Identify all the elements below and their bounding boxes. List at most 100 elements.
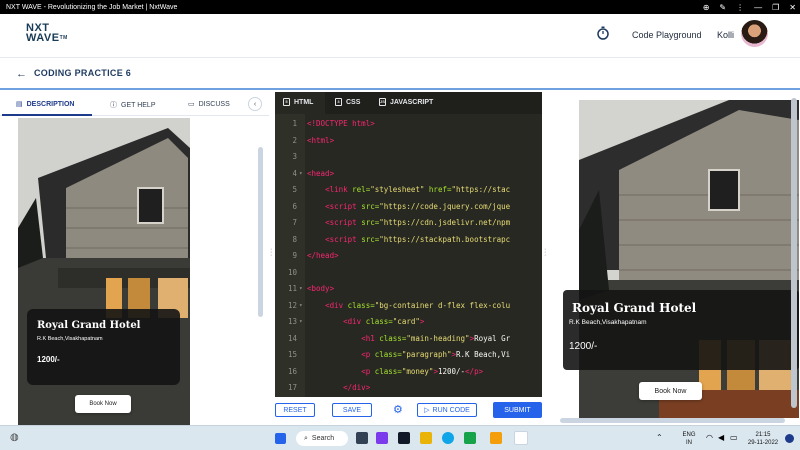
code-line[interactable]: 10 [275,265,542,281]
right-splitter-handle[interactable]: · · · [544,246,547,268]
code-line[interactable]: 17 </div> [275,380,542,396]
line-number: 11 [287,284,297,293]
store-app-icon[interactable] [398,432,410,444]
submit-button[interactable]: SUBMIT [493,402,542,418]
wifi-icon[interactable]: ◠ [706,433,713,442]
notification-icon[interactable] [785,434,794,443]
more-icon[interactable]: ⋮ [736,3,744,12]
nxtwave-logo[interactable]: NXT WAVETM [26,23,68,44]
output-book-now-button[interactable]: Book Now [639,382,702,400]
logo-line2: WAVE [26,32,60,44]
code-token: </p> [465,366,484,376]
code-token: <script [325,201,362,211]
line-number: 12 [287,300,297,310]
clock[interactable]: 21:15 29-11-2022 [744,431,782,447]
username[interactable]: Kolli [717,30,734,40]
weather-icon[interactable]: ◍ [10,432,19,443]
tab-discuss[interactable]: ▭ DISCUSS [188,100,230,109]
file-explorer-icon[interactable] [420,432,432,444]
code-token: <html> [307,135,335,145]
code-line[interactable]: 1 <!DOCTYPE html> [275,116,542,132]
code-line[interactable]: 11 ▾ <body> [275,281,542,297]
code-line[interactable]: 6 <script src="https://code.jquery.com/j… [275,199,542,215]
description-scrollbar[interactable] [258,147,263,317]
run-code-button[interactable]: ▷ RUN CODE [417,403,477,417]
collapse-panel-button[interactable]: ‹ [248,97,262,111]
code-token: <script [325,218,362,227]
code-line[interactable]: 15 <p class="paragraph">R.K Beach,Vi [275,347,542,363]
code-line[interactable]: 12 ▾ <div class="bg-container d-flex flex… [275,298,542,314]
windows-start-icon[interactable] [275,433,286,444]
fold-arrow-icon[interactable]: ▾ [299,281,303,297]
hotel-card: Royal Grand Hotel R.K Beach,Visakhapatna… [27,309,180,385]
code-token: class= [374,366,402,376]
code-token: "money" [401,366,434,376]
code-playground-link[interactable]: Code Playground [632,30,702,40]
code-line[interactable]: 2 <html> [275,133,542,149]
code-line[interactable]: 3 [275,149,542,165]
fold-arrow-icon[interactable]: ▾ [299,166,303,182]
tab-get-help[interactable]: ⓘ GET HELP [110,100,156,110]
save-button[interactable]: SAVE [332,403,372,417]
whatsapp-icon[interactable] [464,432,476,444]
task-view-icon[interactable] [356,432,368,444]
zoom-icon[interactable]: ⊕ [703,3,710,12]
chevron-left-icon: ‹ [253,100,257,108]
code-line[interactable]: 9 </head> [275,248,542,264]
code-line[interactable]: 13 ▾ <div class="card"> [275,314,542,330]
code-token: src= [361,234,380,244]
left-splitter-handle[interactable]: · · · [270,246,273,268]
code-token: <div [343,317,366,326]
chat-app-icon[interactable] [376,432,388,444]
minimize-icon[interactable]: — [754,3,762,12]
output-horizontal-scrollbar[interactable] [560,418,785,423]
code-line[interactable]: 7 <script src="https://cdn.jsdelivr.net/… [275,215,542,231]
code-text-area[interactable]: 1 <!DOCTYPE html> 2 <html> 3 4 ▾ <head> 5 <link … [275,114,542,397]
line-number: 4 [292,168,297,178]
line-number: 8 [292,234,297,244]
code-token: > [419,317,425,326]
avatar[interactable] [741,20,768,47]
pen-icon[interactable]: ✎ [719,3,726,12]
timer-icon[interactable] [596,26,610,40]
code-token: <body> [307,284,335,293]
editor-tab-css[interactable]: 3 CSS [335,98,360,106]
output-hotel-price: 1200/- [569,341,598,352]
code-content: <!DOCTYPE html> [307,116,375,132]
window-titlebar: NXT WAVE - Revolutionizing the Job Marke… [0,0,800,14]
tray-chevron-up-icon[interactable]: ⌃ [656,433,663,442]
code-token: href= [428,185,452,194]
restore-icon[interactable]: ❐ [772,3,779,12]
battery-icon[interactable]: ▭ [730,433,738,442]
fold-arrow-icon[interactable]: ▾ [299,314,303,330]
code-token: <div [325,300,348,310]
code-line[interactable]: 5 <link rel="stylesheet" href="https://s… [275,182,542,198]
code-token: "https://stackpath.bootstrapc [379,234,511,244]
logo-tm: TM [59,35,68,41]
window-controls: ⊕ ✎ ⋮ — ❐ ✕ [703,0,796,14]
edge-browser-icon[interactable] [442,432,454,444]
gear-icon[interactable]: ⚙ [393,403,403,416]
close-icon[interactable]: ✕ [789,3,796,12]
book-now-button[interactable]: Book Now [75,395,131,413]
code-line[interactable]: 16 <p class="money">1200/-</p> [275,364,542,380]
nxtwave-app-icon[interactable] [514,431,528,445]
volume-icon[interactable]: ◀ [718,433,724,442]
app-icon[interactable] [490,432,502,444]
line-number: 7 [292,218,297,227]
taskbar-search[interactable]: ⌕ Search [296,431,348,446]
tab-description[interactable]: ▤ DESCRIPTION [16,100,74,109]
editor-tab-javascript[interactable]: JS JAVASCRIPT [379,98,433,106]
fold-arrow-icon[interactable]: ▾ [299,298,303,314]
code-line[interactable]: 14 <h1 class="main-heading">Royal Gr [275,331,542,347]
reset-button[interactable]: RESET [275,403,315,417]
output-vertical-scrollbar[interactable] [791,98,797,408]
code-token: "https://cdn.jsdelivr.net/npm [379,218,511,227]
code-token: "https://code.jquery.com/jque [379,201,511,211]
code-line[interactable]: 8 <script src="https://stackpath.bootstr… [275,232,542,248]
editor-tab-html[interactable]: 5 HTML [283,98,313,106]
language-indicator[interactable]: ENG IN [678,431,700,447]
back-arrow-icon[interactable]: ← [16,68,27,80]
code-line[interactable]: 4 ▾ <head> [275,166,542,182]
